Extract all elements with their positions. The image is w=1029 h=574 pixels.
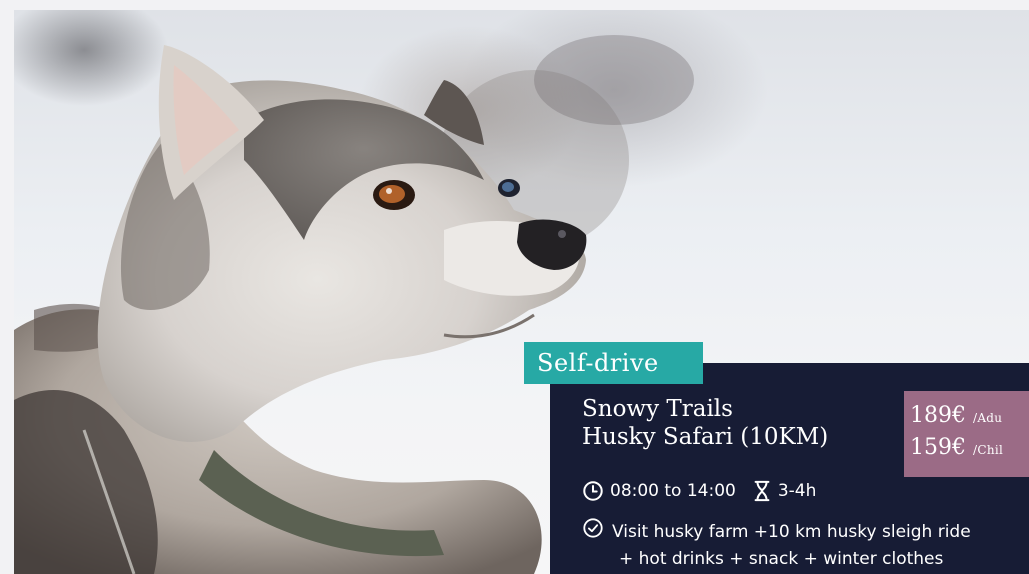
duration: 3-4h xyxy=(777,481,817,501)
self-drive-badge: Self-drive xyxy=(524,342,703,384)
tour-title-line2: Husky Safari (10KM) xyxy=(582,424,829,450)
includes-line1: Visit husky farm +10 km husky sleigh rid… xyxy=(612,521,971,542)
includes-line2: + hot drinks + snack + winter clothes xyxy=(619,549,944,569)
adult-price: 189€ xyxy=(910,403,966,428)
tour-schedule: 08:00 to 14:00 3-4h xyxy=(582,479,816,503)
child-price: 159€ xyxy=(910,435,966,460)
child-price-row: 159€ /Chil xyxy=(910,433,1029,465)
tour-includes: Visit husky farm +10 km husky sleigh rid… xyxy=(582,517,971,572)
child-price-unit: /Chil xyxy=(973,443,1004,457)
tour-title[interactable]: Snowy Trails Husky Safari (10KM) xyxy=(582,395,828,451)
adult-price-unit: /Adu xyxy=(973,411,1003,425)
hourglass-icon xyxy=(752,480,772,502)
clock-icon xyxy=(582,480,604,502)
tour-info-panel: Snowy Trails Husky Safari (10KM) 189€ /A… xyxy=(550,363,1029,574)
tour-title-line1: Snowy Trails xyxy=(582,396,733,422)
tour-card[interactable]: Self-drive Snowy Trails Husky Safari (10… xyxy=(14,10,1029,574)
time-range: 08:00 to 14:00 xyxy=(610,481,736,501)
price-box: 189€ /Adu 159€ /Chil xyxy=(904,391,1029,477)
check-circle-icon xyxy=(582,517,604,547)
adult-price-row: 189€ /Adu xyxy=(910,401,1029,433)
